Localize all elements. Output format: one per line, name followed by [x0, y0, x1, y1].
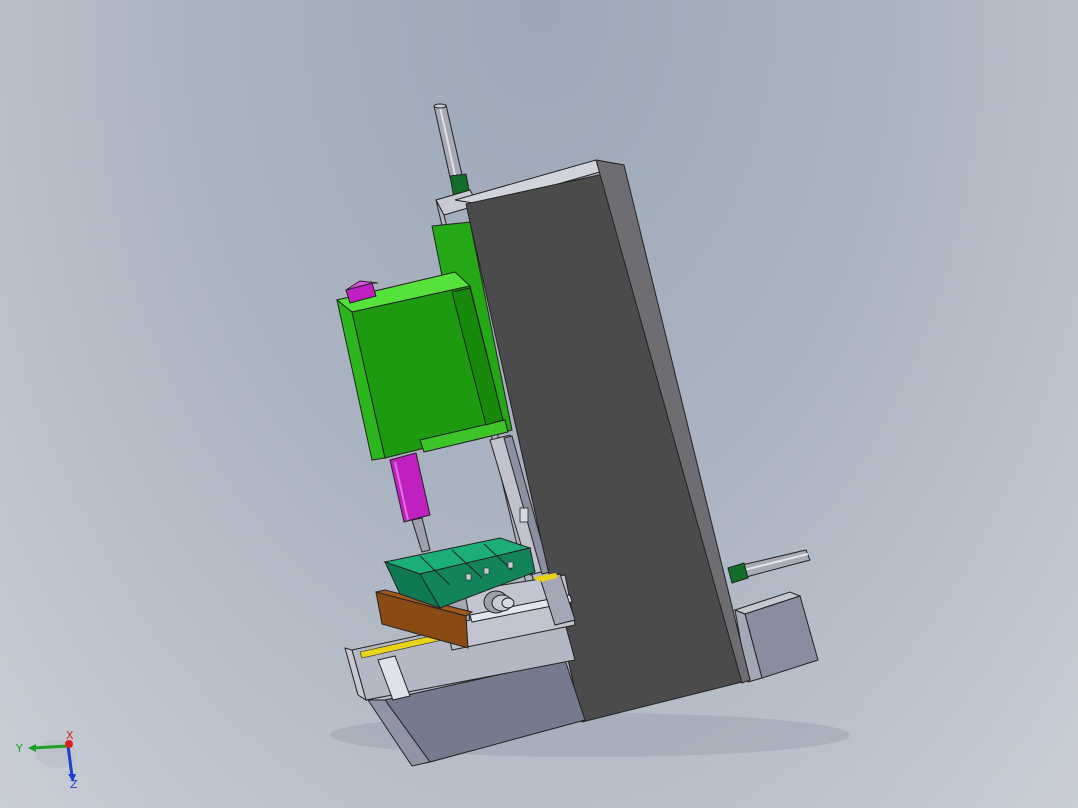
y-axis-icon: [32, 746, 68, 748]
frame-limit-block: [520, 508, 528, 522]
cad-model-assembly[interactable]: [0, 0, 1078, 808]
orientation-triad: Y X Z: [14, 730, 84, 790]
triad-y-label: Y: [15, 742, 23, 755]
triad-x-label: X: [66, 730, 74, 742]
y-arrow-icon: [28, 744, 36, 752]
cad-viewport[interactable]: Y X Z: [0, 0, 1078, 808]
spindle-shaft[interactable]: [390, 453, 430, 552]
triad-z-label: Z: [70, 778, 78, 790]
right-guide-rod[interactable]: [728, 550, 810, 583]
top-guide-rod[interactable]: [434, 104, 470, 198]
